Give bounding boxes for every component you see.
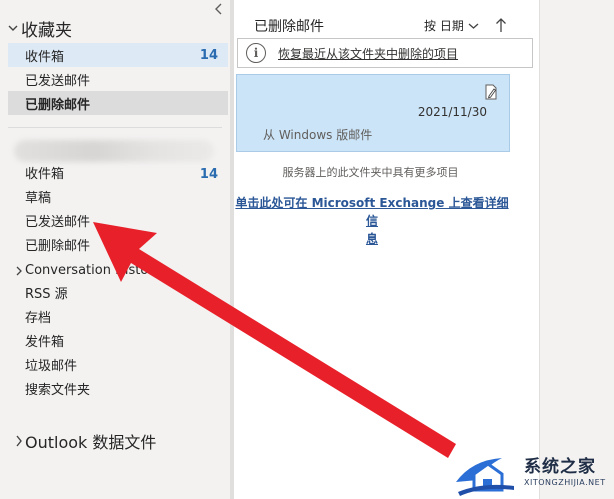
server-items-note: 服务器上的此文件夹中具有更多项目 [282,166,459,179]
collapse-pane-button[interactable] [212,2,226,16]
outlook-data-file[interactable]: Outlook 数据文件 [13,428,156,454]
restore-deleted-bar: i 恢复最近从该文件夹中删除的项目 [237,38,533,68]
list-title: 已删除邮件 [254,19,324,35]
unread-count: 14 [199,47,218,63]
fav-folder-inbox[interactable]: 收件箱 14 [8,43,228,67]
fav-folder-deleted[interactable]: 已删除邮件 [8,91,228,115]
favorites-label: 收藏夹 [21,20,72,41]
message-item[interactable]: 2021/11/30 从 Windows 版邮件 [236,74,510,152]
info-icon: i [246,43,266,63]
draft-pencil-icon [485,84,497,100]
folder-label: Conversation History [25,263,162,278]
chevron-down-icon [6,23,20,33]
folder-label: 发件箱 [25,335,65,350]
chevron-right-icon[interactable] [13,435,25,447]
exchange-link-line1: 单击此处可在 Microsoft Exchange 上查看详细信 [235,196,509,228]
unread-count: 14 [199,167,218,182]
folder-inbox[interactable]: 收件箱 [25,165,64,185]
folder-archive[interactable]: 存档 [25,309,51,329]
folder-label: 已删除邮件 [25,97,91,113]
chevron-right-icon[interactable] [13,266,25,276]
exchange-link-line2: 息 [365,232,378,246]
folder-label: 存档 [25,311,52,326]
folder-label: 已删除邮件 [25,239,91,254]
reading-pane [540,0,614,499]
sort-label: 按 日期 [424,19,464,33]
sort-direction-button[interactable] [494,16,508,34]
folder-drafts[interactable]: 草稿 [25,189,51,209]
folder-label: 收件箱 [25,167,65,182]
folder-label: 草稿 [25,191,52,206]
folder-outbox[interactable]: 发件箱 [25,333,64,353]
message-list-pane: 已删除邮件 按 日期 i 恢复最近从该文件夹中删除的项目 2021/11/30 … [234,0,539,499]
chevron-left-icon [215,3,222,15]
house-logo-icon [456,458,514,496]
folder-rss[interactable]: RSS 源 [25,285,68,305]
folder-label: 已发送邮件 [25,73,91,89]
account-name-blurred[interactable] [14,140,214,162]
view-on-exchange-link[interactable]: 单击此处可在 Microsoft Exchange 上查看详细信 息 [234,194,510,248]
site-watermark: 系统之家 XITONGZHIJIA.NET [452,452,612,497]
folder-label: 已发送邮件 [25,215,91,230]
sort-by-date-button[interactable]: 按 日期 [424,17,479,34]
folder-label: 收件箱 [25,49,65,65]
data-file-label: Outlook 数据文件 [25,433,157,452]
folder-label: RSS 源 [25,287,68,302]
favorites-header[interactable]: 收藏夹 [6,16,72,41]
watermark-text: 系统之家 [524,457,596,477]
folder-search[interactable]: 搜索文件夹 [25,381,90,401]
message-date: 2021/11/30 [417,105,487,119]
folder-label: 垃圾邮件 [25,359,78,374]
arrow-up-icon [496,18,506,32]
folder-conversation-history[interactable]: Conversation History [13,261,161,281]
restore-deleted-link[interactable]: 恢复最近从该文件夹中删除的项目 [278,45,458,62]
folder-junk[interactable]: 垃圾邮件 [25,357,77,377]
folder-label: 搜索文件夹 [25,383,91,398]
chevron-down-icon [468,23,479,29]
message-preview: 从 Windows 版邮件 [263,128,373,142]
folder-deleted[interactable]: 已删除邮件 [25,237,90,257]
pane-divider [8,127,222,128]
folder-sent[interactable]: 已发送邮件 [25,213,90,233]
watermark-url: XITONGZHIJIA.NET [524,478,606,487]
folder-pane: 收藏夹 收件箱 14 已发送邮件 已删除邮件 收件箱 14 草稿 已发送邮件 已… [0,0,230,499]
fav-folder-sent[interactable]: 已发送邮件 [8,67,228,91]
